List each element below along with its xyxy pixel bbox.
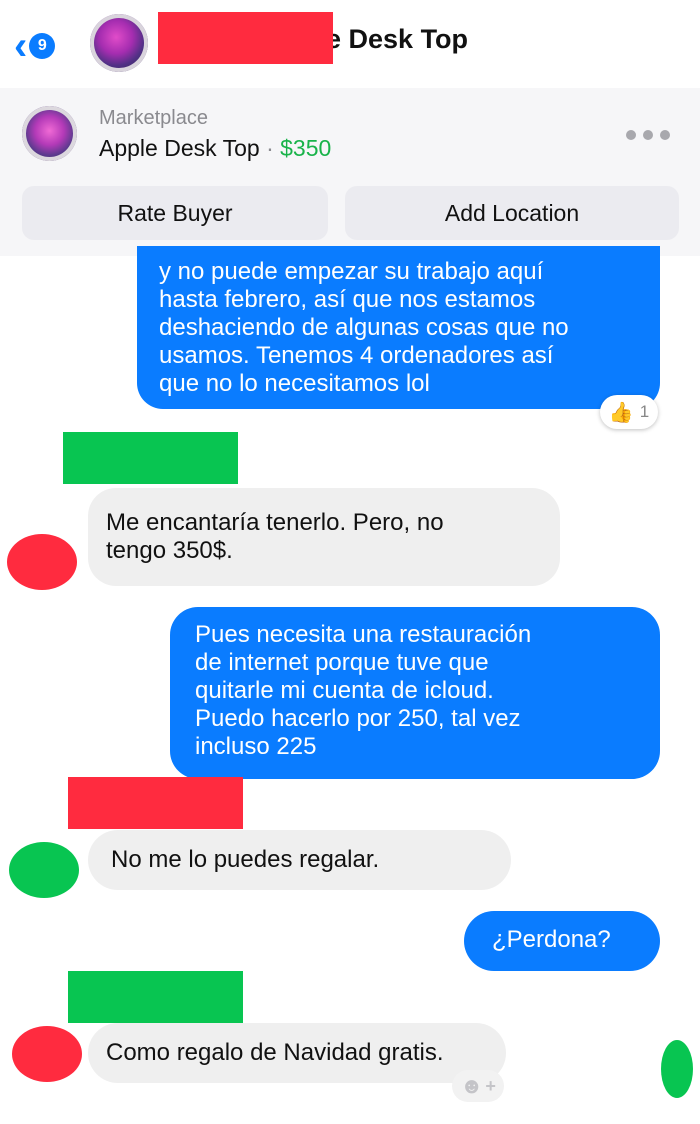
outgoing-message[interactable]: y no puede empezar su trabajo aquí hasta…: [137, 246, 660, 409]
back-button[interactable]: ‹ 9: [14, 26, 76, 66]
avatar[interactable]: [90, 14, 148, 72]
unread-count-badge: 9: [29, 33, 56, 59]
redacted-read-receipt: [661, 1040, 693, 1098]
thumbs-up-icon: 👍: [608, 401, 634, 424]
redaction-block: [158, 12, 333, 64]
reaction-badge[interactable]: 👍 1: [600, 395, 658, 429]
redacted-sender-name: [63, 432, 238, 484]
listing-title: Apple Desk Top: [99, 135, 260, 161]
rate-buyer-button[interactable]: Rate Buyer: [22, 186, 328, 240]
listing-source: Marketplace: [99, 107, 208, 129]
conversation-title: e Desk Top: [326, 24, 469, 54]
incoming-message[interactable]: No me lo puedes regalar.: [88, 830, 511, 890]
redacted-avatar: [9, 842, 79, 898]
message-text: Me encantaría tenerlo. Pero, no tengo 35…: [106, 509, 444, 564]
redacted-avatar: [12, 1026, 82, 1082]
message-text: ¿Perdona?: [492, 926, 611, 953]
message-text: Pues necesita una restauración de intern…: [195, 621, 532, 760]
more-options-icon[interactable]: [626, 120, 670, 150]
redacted-sender-name: [68, 777, 243, 829]
listing-price: $350: [280, 135, 332, 161]
dot: [643, 130, 653, 140]
add-location-button[interactable]: Add Location: [345, 186, 679, 240]
separator: ·: [266, 135, 274, 161]
incoming-message[interactable]: Como regalo de Navidad gratis.: [88, 1023, 506, 1083]
redacted-avatar: [7, 534, 77, 590]
incoming-message[interactable]: Me encantaría tenerlo. Pero, no tengo 35…: [88, 488, 560, 586]
redacted-sender-name: [68, 971, 243, 1023]
reaction-count: 1: [639, 402, 650, 421]
message-text: Como regalo de Navidad gratis.: [106, 1039, 444, 1066]
message-text: y no puede empezar su trabajo aquí hasta…: [159, 258, 569, 397]
chevron-left-icon: ‹: [14, 24, 28, 68]
plus-icon: +: [485, 1075, 496, 1096]
outgoing-message[interactable]: Pues necesita una restauración de intern…: [170, 607, 660, 779]
add-reaction-button[interactable]: ☻ +: [452, 1070, 504, 1102]
dot: [660, 130, 670, 140]
outgoing-message[interactable]: ¿Perdona?: [464, 911, 660, 971]
smiley-icon: ☻: [460, 1073, 484, 1098]
message-text: No me lo puedes regalar.: [111, 846, 380, 873]
listing-thumbnail[interactable]: [22, 106, 77, 161]
listing-title-line[interactable]: Apple Desk Top · $350: [99, 135, 331, 162]
dot: [626, 130, 636, 140]
chat-header: ‹ 9 e Desk Top: [0, 0, 700, 88]
